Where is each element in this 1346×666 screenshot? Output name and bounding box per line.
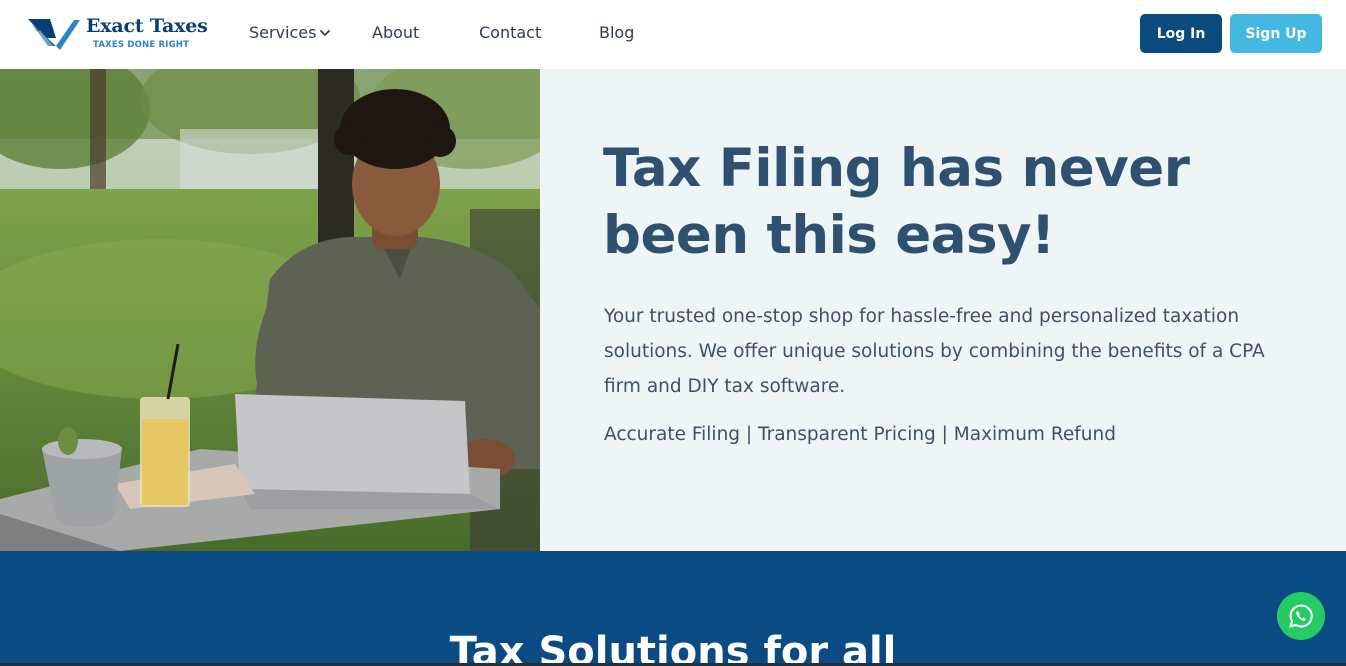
nav-contact[interactable]: Contact: [479, 22, 541, 44]
hero-content: Tax Filing has never been this easy! You…: [540, 69, 1346, 551]
hero-illustration: [0, 69, 540, 551]
signup-button[interactable]: Sign Up: [1230, 14, 1322, 53]
nav-blog[interactable]: Blog: [599, 22, 634, 44]
whatsapp-icon: [1289, 604, 1313, 628]
hero-tagline: Accurate Filing | Transparent Pricing | …: [604, 424, 1116, 445]
hero-description: Your trusted one-stop shop for hassle-fr…: [604, 306, 1265, 397]
logo-mark-icon: [28, 19, 80, 50]
whatsapp-chat-button[interactable]: [1277, 592, 1325, 640]
brand-name: Exact Taxes: [86, 15, 208, 37]
hero-title: Tax Filing has never been this easy!: [603, 138, 1190, 266]
solutions-section: Tax Solutions for all: [0, 551, 1346, 666]
section-title: Tax Solutions for all: [449, 629, 897, 666]
site-header: Exact Taxes TAXES DONE RIGHT Services Ab…: [0, 0, 1346, 69]
hero-photo: [0, 69, 540, 551]
nav-services[interactable]: Services: [249, 22, 316, 44]
login-button[interactable]: Log In: [1140, 14, 1222, 53]
nav-about[interactable]: About: [372, 22, 419, 44]
brand-tagline: TAXES DONE RIGHT: [93, 40, 190, 50]
brand-logo[interactable]: Exact Taxes TAXES DONE RIGHT: [26, 14, 216, 54]
chevron-down-icon[interactable]: [319, 27, 331, 39]
